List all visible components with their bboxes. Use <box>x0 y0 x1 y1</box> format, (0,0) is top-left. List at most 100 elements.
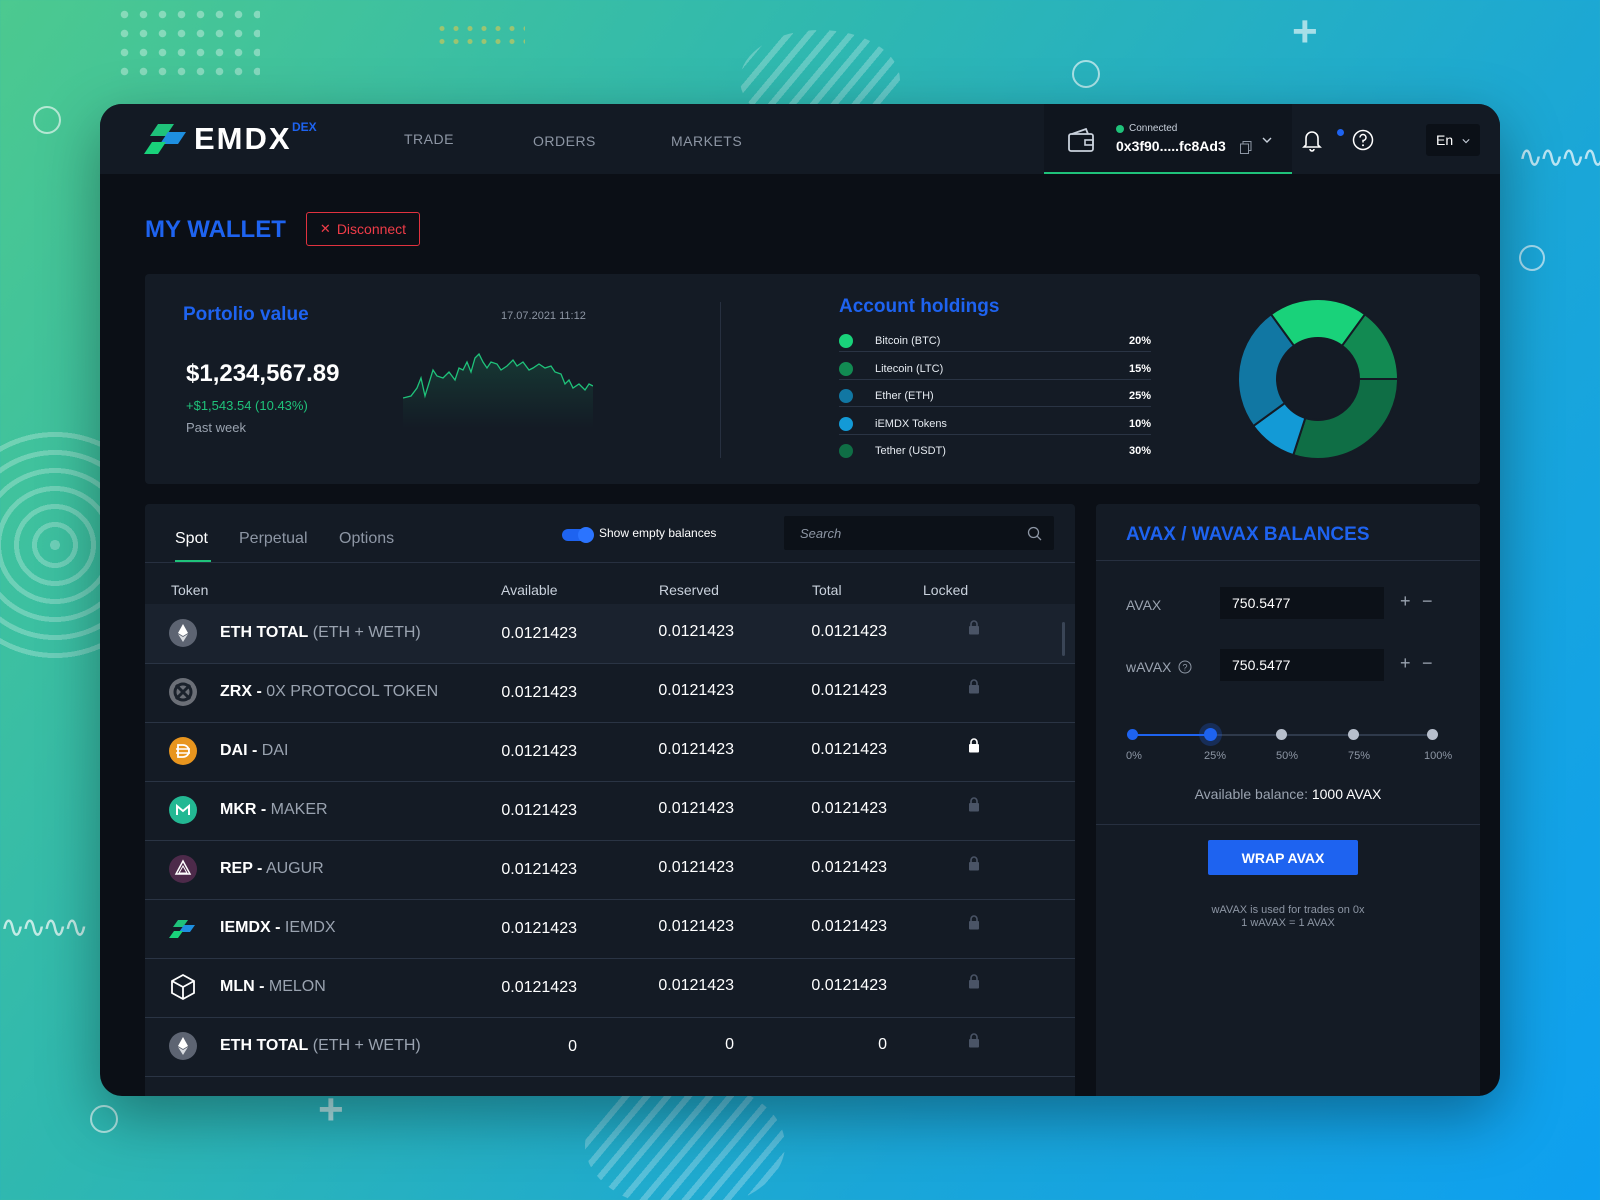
avax-amount-field[interactable] <box>1220 587 1384 619</box>
decrement-wavax-button[interactable]: − <box>1422 653 1433 674</box>
available-balance: Available balance: 1000 AVAX <box>1096 786 1480 802</box>
available-value: 0.0121423 <box>501 625 577 642</box>
copy-icon[interactable] <box>1240 141 1252 154</box>
panel-divider <box>1096 824 1480 825</box>
lock-icon[interactable] <box>968 856 980 871</box>
tab-spot[interactable]: Spot <box>175 530 208 548</box>
wavax-amount-field[interactable] <box>1220 649 1384 681</box>
token-symbol: REP - <box>220 860 263 877</box>
holding-color-dot <box>839 444 853 458</box>
wavax-note: wAVAX is used for trades on 0x 1 wAVAX =… <box>1096 904 1480 930</box>
panel-divider <box>1096 560 1480 561</box>
wallet-icon <box>1068 128 1094 152</box>
tab-options[interactable]: Options <box>339 530 394 548</box>
tabs-divider <box>145 562 1075 563</box>
table-row[interactable]: REP - AUGUR 0.0121423 0.0121423 0.0121423 <box>145 840 1075 900</box>
column-header-token: Token <box>171 582 209 598</box>
wavax-note-line-1: wAVAX is used for trades on 0x <box>1211 904 1365 916</box>
dai-icon <box>169 737 197 765</box>
background-ring <box>1519 245 1545 271</box>
decrement-avax-button[interactable]: − <box>1422 591 1433 612</box>
total-value: 0.0121423 <box>811 859 887 876</box>
avax-balances-panel: AVAX / WAVAX BALANCES AVAX + − wAVAX ? +… <box>1096 504 1480 1096</box>
holding-row: Litecoin (LTC) 15% <box>839 352 1151 380</box>
increment-wavax-button[interactable]: + <box>1400 653 1411 674</box>
lock-icon[interactable] <box>968 974 980 989</box>
holding-color-dot <box>839 361 853 376</box>
slider-step-dot[interactable] <box>1127 729 1138 740</box>
nav-trade[interactable]: TRADE <box>404 131 454 147</box>
available-balance-label: Available balance: <box>1194 786 1308 802</box>
help-icon[interactable] <box>1352 129 1374 151</box>
avax-panel-title: AVAX / WAVAX BALANCES <box>1126 524 1370 545</box>
token-symbol: DAI - <box>220 742 258 759</box>
background-ring <box>90 1105 118 1133</box>
holding-percentage: 20% <box>1128 335 1151 347</box>
holding-label: Ether (ETH) <box>875 390 934 402</box>
table-row[interactable]: DAI - DAI 0.0121423 0.0121423 0.0121423 <box>145 722 1075 782</box>
slider-thumb[interactable] <box>1204 728 1217 741</box>
token-full-name: 0X PROTOCOL TOKEN <box>266 683 439 700</box>
lock-icon[interactable] <box>968 738 980 753</box>
wavax-note-line-2: 1 wAVAX = 1 AVAX <box>1241 917 1335 929</box>
slider-step-label: 25% <box>1204 750 1227 762</box>
table-row[interactable]: IEMDX - IEMDX 0.0121423 0.0121423 0.0121423 <box>145 899 1075 959</box>
slider-step-label: 50% <box>1276 750 1299 762</box>
table-scrollbar[interactable] <box>1062 622 1065 656</box>
emdx-logo-icon <box>144 124 186 154</box>
token-full-name: MAKER <box>270 801 328 818</box>
lock-icon[interactable] <box>968 797 980 812</box>
table-row[interactable]: ETH TOTAL (ETH + WETH) 0.0121423 0.0121423… <box>145 604 1075 664</box>
token-full-name: (ETH + WETH) <box>312 1037 421 1054</box>
holdings-title: Account holdings <box>839 296 1000 317</box>
wavax-label: wAVAX <box>1126 659 1172 675</box>
nav-markets[interactable]: MARKETS <box>671 133 742 149</box>
holding-percentage: 10% <box>1128 417 1151 430</box>
reserved-value: 0.0121423 <box>658 741 734 758</box>
slider-step-dot[interactable] <box>1348 729 1359 740</box>
slider-step-dot[interactable] <box>1427 729 1438 740</box>
info-icon[interactable]: ? <box>1178 660 1192 674</box>
nav-orders[interactable]: ORDERS <box>533 133 596 149</box>
table-row[interactable]: ZRX - 0X PROTOCOL TOKEN 0.0121423 0.012142… <box>145 663 1075 723</box>
lock-icon[interactable] <box>968 620 980 635</box>
column-header-reserved: Reserved <box>659 582 719 598</box>
search-input[interactable] <box>784 516 1014 550</box>
table-row[interactable]: MLN - MELON 0.0121423 0.0121423 0.0121423 <box>145 958 1075 1018</box>
wallet-connection-dropdown[interactable]: Connected 0x3f90.....fc8Ad3 <box>1044 104 1292 174</box>
page-title: MY WALLET <box>145 216 286 243</box>
disconnect-button[interactable]: ✕ Disconnect <box>306 212 420 246</box>
background-stripes <box>585 1080 785 1200</box>
slider-step-label: 100% <box>1424 750 1453 762</box>
tab-perpetual[interactable]: Perpetual <box>239 530 308 548</box>
total-value: 0.0121423 <box>811 800 887 817</box>
brand-logo[interactable]: EMDX DEX <box>144 120 317 158</box>
increment-avax-button[interactable]: + <box>1400 591 1411 612</box>
lock-icon[interactable] <box>968 679 980 694</box>
notifications-bell-icon[interactable] <box>1300 128 1324 152</box>
table-row[interactable]: MKR - MAKER 0.0121423 0.0121423 0.0121423 <box>145 781 1075 841</box>
background-dot-pattern <box>115 5 260 83</box>
total-value: 0.0121423 <box>811 918 887 935</box>
language-selector[interactable]: En <box>1426 124 1480 156</box>
slider-step-dot[interactable] <box>1276 729 1287 740</box>
column-header-available: Available <box>501 582 558 598</box>
portfolio-period: Past week <box>186 420 246 435</box>
show-empty-balances-toggle[interactable] <box>562 527 594 543</box>
donut-slice <box>1292 378 1399 460</box>
search-icon[interactable] <box>1027 526 1042 541</box>
table-row[interactable]: ETH TOTAL (ETH + WETH) 0 0 0 <box>145 1017 1075 1077</box>
maker-icon <box>169 796 197 824</box>
token-symbol: ETH TOTAL <box>220 1037 309 1054</box>
wrap-avax-button[interactable]: WRAP AVAX <box>1208 840 1358 875</box>
lock-icon[interactable] <box>968 915 980 930</box>
token-search <box>784 516 1054 550</box>
background-ring <box>1072 60 1100 88</box>
reserved-value: 0.0121423 <box>658 859 734 876</box>
holding-color-dot <box>839 389 853 403</box>
holding-percentage: 30% <box>1128 445 1151 457</box>
token-name: REP - AUGUR <box>220 860 324 878</box>
lock-icon[interactable] <box>968 1033 980 1048</box>
connection-status-label: Connected <box>1129 123 1178 134</box>
brand-tag: DEX <box>292 120 317 134</box>
